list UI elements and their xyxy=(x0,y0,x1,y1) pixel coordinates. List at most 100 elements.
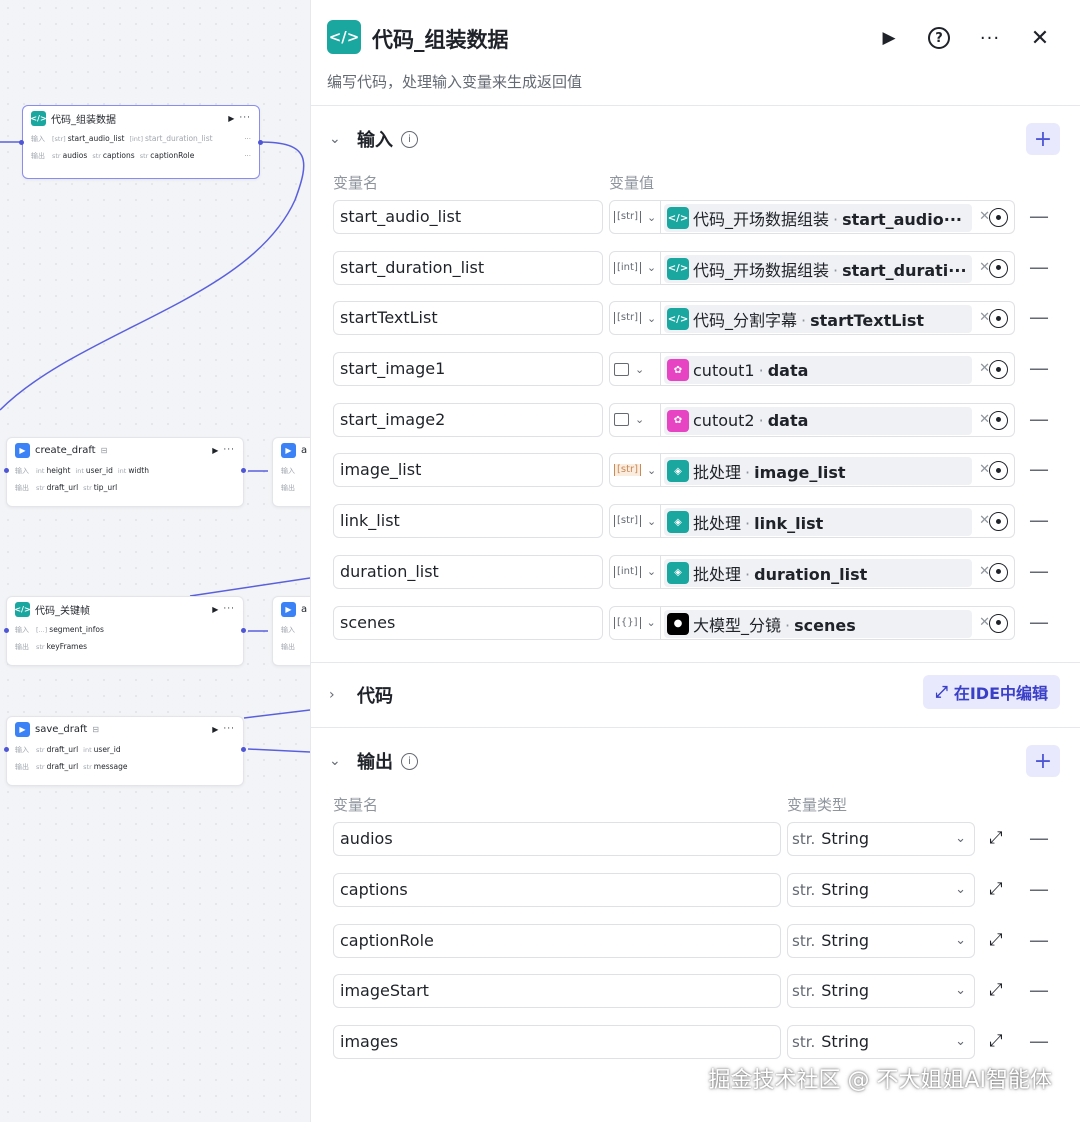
variable-name-input[interactable]: duration_list xyxy=(333,554,603,589)
node-port[interactable] xyxy=(4,628,9,633)
canvas-node-partial[interactable]: ▶ a 输入 输出 xyxy=(272,596,310,666)
target-icon[interactable] xyxy=(989,461,1008,481)
reference-tag[interactable]: ✿ cutout2 · data xyxy=(664,406,972,435)
more-icon[interactable]: ··· xyxy=(223,604,235,614)
variable-name-input[interactable]: start_duration_list xyxy=(333,250,603,285)
expand-icon[interactable]: ⤢ xyxy=(989,930,1003,950)
reference-tag[interactable]: ● 大模型_分镜 · scenes xyxy=(664,609,972,638)
canvas-node-save-draft[interactable]: ▶ save_draft ⊟ ▶ ··· 输入 str draft_url int… xyxy=(6,716,244,786)
more-icon[interactable]: ··· xyxy=(223,445,235,455)
reference-tag[interactable]: </> 代码_开场数据组装 · start_audio··· xyxy=(664,204,972,232)
variable-reference[interactable]: ◈ 批处理 · image_list ✕ xyxy=(661,453,1015,488)
code-section-header[interactable]: › 代码 ⤢ 在IDE中编辑 xyxy=(311,663,1080,727)
remove-input-button[interactable]: — xyxy=(1029,407,1049,431)
variable-reference[interactable]: ◈ 批处理 · duration_list ✕ xyxy=(661,554,1015,589)
remove-output-button[interactable]: — xyxy=(1029,928,1049,952)
run-icon[interactable]: ▶ xyxy=(228,114,234,123)
variable-name-input[interactable]: scenes xyxy=(333,605,603,640)
variable-name-input[interactable]: start_image2 xyxy=(333,402,603,437)
info-icon[interactable]: i xyxy=(401,752,418,770)
variable-name-input[interactable]: start_image1 xyxy=(333,352,603,387)
add-output-button[interactable]: + xyxy=(1026,745,1060,778)
remove-output-button[interactable]: — xyxy=(1029,877,1049,901)
node-port[interactable] xyxy=(19,140,24,145)
run-icon[interactable]: ▶ xyxy=(212,725,218,734)
target-icon[interactable] xyxy=(989,562,1008,582)
canvas-node-create-draft[interactable]: ▶ create_draft ⊟ ▶ ··· 输入 int height int u… xyxy=(6,437,244,507)
output-type-select[interactable]: str. String ⌄ xyxy=(787,1024,975,1059)
info-icon[interactable]: i xyxy=(401,130,418,148)
variable-reference[interactable]: ✿ cutout2 · data ✕ xyxy=(661,402,1015,437)
canvas-node-code-assemble[interactable]: </> 代码_组装数据 ▶ ··· 输入 [str] start_audio_li… xyxy=(22,105,260,179)
node-port[interactable] xyxy=(241,468,246,473)
canvas-node-partial[interactable]: ▶ a 输入 输出 xyxy=(272,437,310,507)
remove-input-button[interactable]: — xyxy=(1029,508,1049,532)
reference-tag[interactable]: ◈ 批处理 · duration_list xyxy=(664,558,972,587)
variable-name-input[interactable]: startTextList xyxy=(333,301,603,336)
panel-description[interactable]: 编写代码，处理输入变量来生成返回值 xyxy=(327,71,582,92)
type-select[interactable]: [str] ⌄ xyxy=(609,301,661,336)
type-select[interactable]: [str] ⌄ xyxy=(609,504,661,539)
node-port[interactable] xyxy=(241,747,246,752)
variable-reference[interactable]: </> 代码_开场数据组装 · start_audio··· ✕ xyxy=(661,200,1015,234)
reference-tag[interactable]: </> 代码_开场数据组装 · start_durati··· xyxy=(664,254,972,283)
run-icon[interactable]: ▶ xyxy=(212,446,218,455)
variable-reference[interactable]: </> 代码_分割字幕 · startTextList ✕ xyxy=(661,301,1015,336)
type-select[interactable]: [{}] ⌄ xyxy=(609,605,661,640)
edit-in-ide-button[interactable]: ⤢ 在IDE中编辑 xyxy=(923,675,1060,710)
type-select[interactable]: ⌄ xyxy=(609,352,661,387)
output-name-input[interactable]: images xyxy=(333,1024,781,1059)
run-button[interactable]: ▶ xyxy=(875,24,903,52)
run-icon[interactable]: ▶ xyxy=(212,605,218,614)
reference-tag[interactable]: ◈ 批处理 · link_list xyxy=(664,508,972,537)
remove-input-button[interactable]: — xyxy=(1029,559,1049,583)
remove-input-button[interactable]: — xyxy=(1029,204,1049,228)
input-section-header[interactable]: ⌄ 输入 i + xyxy=(311,112,1080,166)
type-select[interactable]: [int] ⌄ xyxy=(609,554,661,589)
target-icon[interactable] xyxy=(989,309,1008,329)
more-icon[interactable]: ··· xyxy=(223,724,235,734)
close-button[interactable]: ✕ xyxy=(1026,24,1054,52)
remove-input-button[interactable]: — xyxy=(1029,356,1049,380)
expand-icon[interactable]: ⤢ xyxy=(989,828,1003,848)
type-select[interactable]: [str] ⌄ xyxy=(609,453,661,488)
reference-tag[interactable]: ✿ cutout1 · data xyxy=(664,356,972,385)
more-button[interactable]: ··· xyxy=(976,24,1004,52)
output-name-input[interactable]: captions xyxy=(333,872,781,907)
remove-output-button[interactable]: — xyxy=(1029,826,1049,850)
type-select[interactable]: [int] ⌄ xyxy=(609,250,661,285)
variable-name-input[interactable]: start_audio_list xyxy=(333,200,603,234)
remove-input-button[interactable]: — xyxy=(1029,610,1049,634)
target-icon[interactable] xyxy=(989,613,1008,633)
output-name-input[interactable]: audios xyxy=(333,822,781,857)
remove-input-button[interactable]: — xyxy=(1029,255,1049,279)
variable-reference[interactable]: ● 大模型_分镜 · scenes ✕ xyxy=(661,605,1015,640)
output-name-input[interactable]: imageStart xyxy=(333,974,781,1009)
output-type-select[interactable]: str. String ⌄ xyxy=(787,872,975,907)
remove-input-button[interactable]: — xyxy=(1029,457,1049,481)
expand-icon[interactable]: ⤢ xyxy=(989,1031,1003,1051)
remove-output-button[interactable]: — xyxy=(1029,1029,1049,1053)
target-icon[interactable] xyxy=(989,512,1008,532)
expand-icon[interactable]: ⤢ xyxy=(989,879,1003,899)
output-type-select[interactable]: str. String ⌄ xyxy=(787,822,975,857)
help-button[interactable]: ? xyxy=(925,24,953,52)
panel-title[interactable]: 代码_组装数据 xyxy=(372,24,509,54)
output-name-input[interactable]: captionRole xyxy=(333,923,781,958)
add-input-button[interactable]: + xyxy=(1026,123,1060,155)
variable-reference[interactable]: ◈ 批处理 · link_list ✕ xyxy=(661,504,1015,539)
target-icon[interactable] xyxy=(989,410,1008,430)
variable-reference[interactable]: ✿ cutout1 · data ✕ xyxy=(661,352,1015,387)
canvas-node-code-keyframes[interactable]: </> 代码_关键帧 ▶ ··· 输入 [...] segment_infos 输… xyxy=(6,596,244,666)
output-type-select[interactable]: str. String ⌄ xyxy=(787,974,975,1009)
type-select[interactable]: ⌄ xyxy=(609,402,661,437)
node-port[interactable] xyxy=(241,628,246,633)
node-port[interactable] xyxy=(258,140,263,145)
target-icon[interactable] xyxy=(989,208,1008,227)
reference-tag[interactable]: </> 代码_分割字幕 · startTextList xyxy=(664,305,972,334)
output-type-select[interactable]: str. String ⌄ xyxy=(787,923,975,958)
reference-tag[interactable]: ◈ 批处理 · image_list xyxy=(664,457,972,486)
remove-output-button[interactable]: — xyxy=(1029,978,1049,1002)
remove-input-button[interactable]: — xyxy=(1029,305,1049,329)
target-icon[interactable] xyxy=(989,258,1008,278)
